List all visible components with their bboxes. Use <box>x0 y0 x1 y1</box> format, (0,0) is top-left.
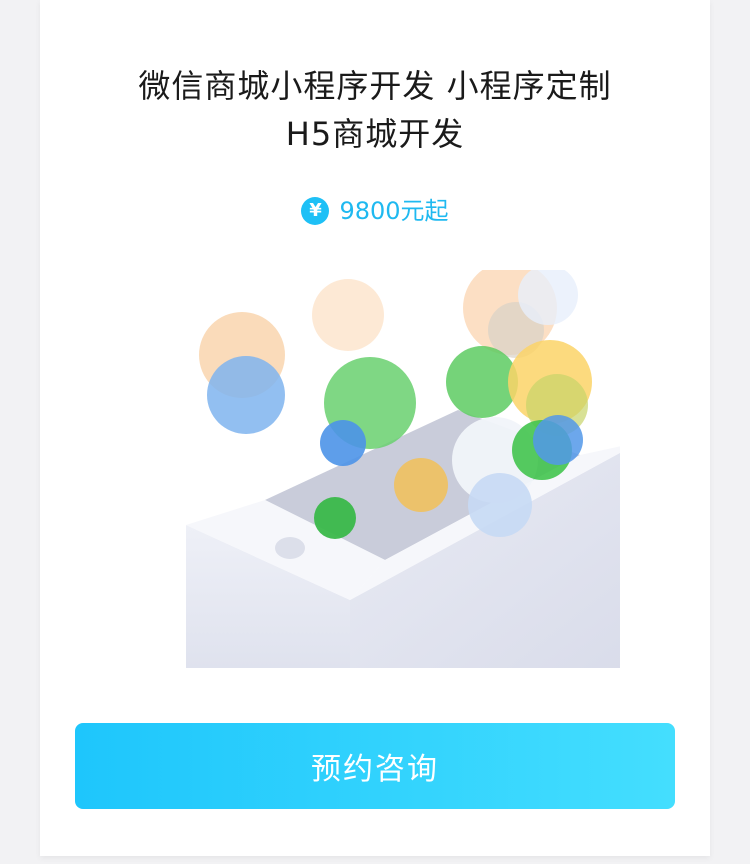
price-row: ¥ 9800元起 <box>40 190 710 229</box>
product-title-line-1: 微信商城小程序开发 小程序定制 <box>138 67 612 105</box>
product-title: 微信商城小程序开发 小程序定制 H5商城开发 <box>40 62 710 158</box>
yen-icon: ¥ <box>301 197 330 225</box>
bubble-icon <box>394 458 448 512</box>
product-title-line-2: H5商城开发 <box>285 115 465 153</box>
bubble-icon <box>446 346 518 418</box>
bubble-icon <box>468 473 532 537</box>
home-button-icon <box>275 537 305 559</box>
product-card: 微信商城小程序开发 小程序定制 H5商城开发 ¥ 9800元起 预约咨询 <box>40 0 710 856</box>
price-label: 9800元起 <box>339 197 449 225</box>
bubble-icon <box>312 279 384 351</box>
bubble-icon <box>533 415 583 465</box>
bubble-icon <box>320 420 366 466</box>
book-consultation-button[interactable]: 预约咨询 <box>75 723 675 809</box>
bubble-icon <box>207 356 285 434</box>
phone-bubbles-illustration <box>186 270 620 668</box>
bubble-icon <box>314 497 356 539</box>
